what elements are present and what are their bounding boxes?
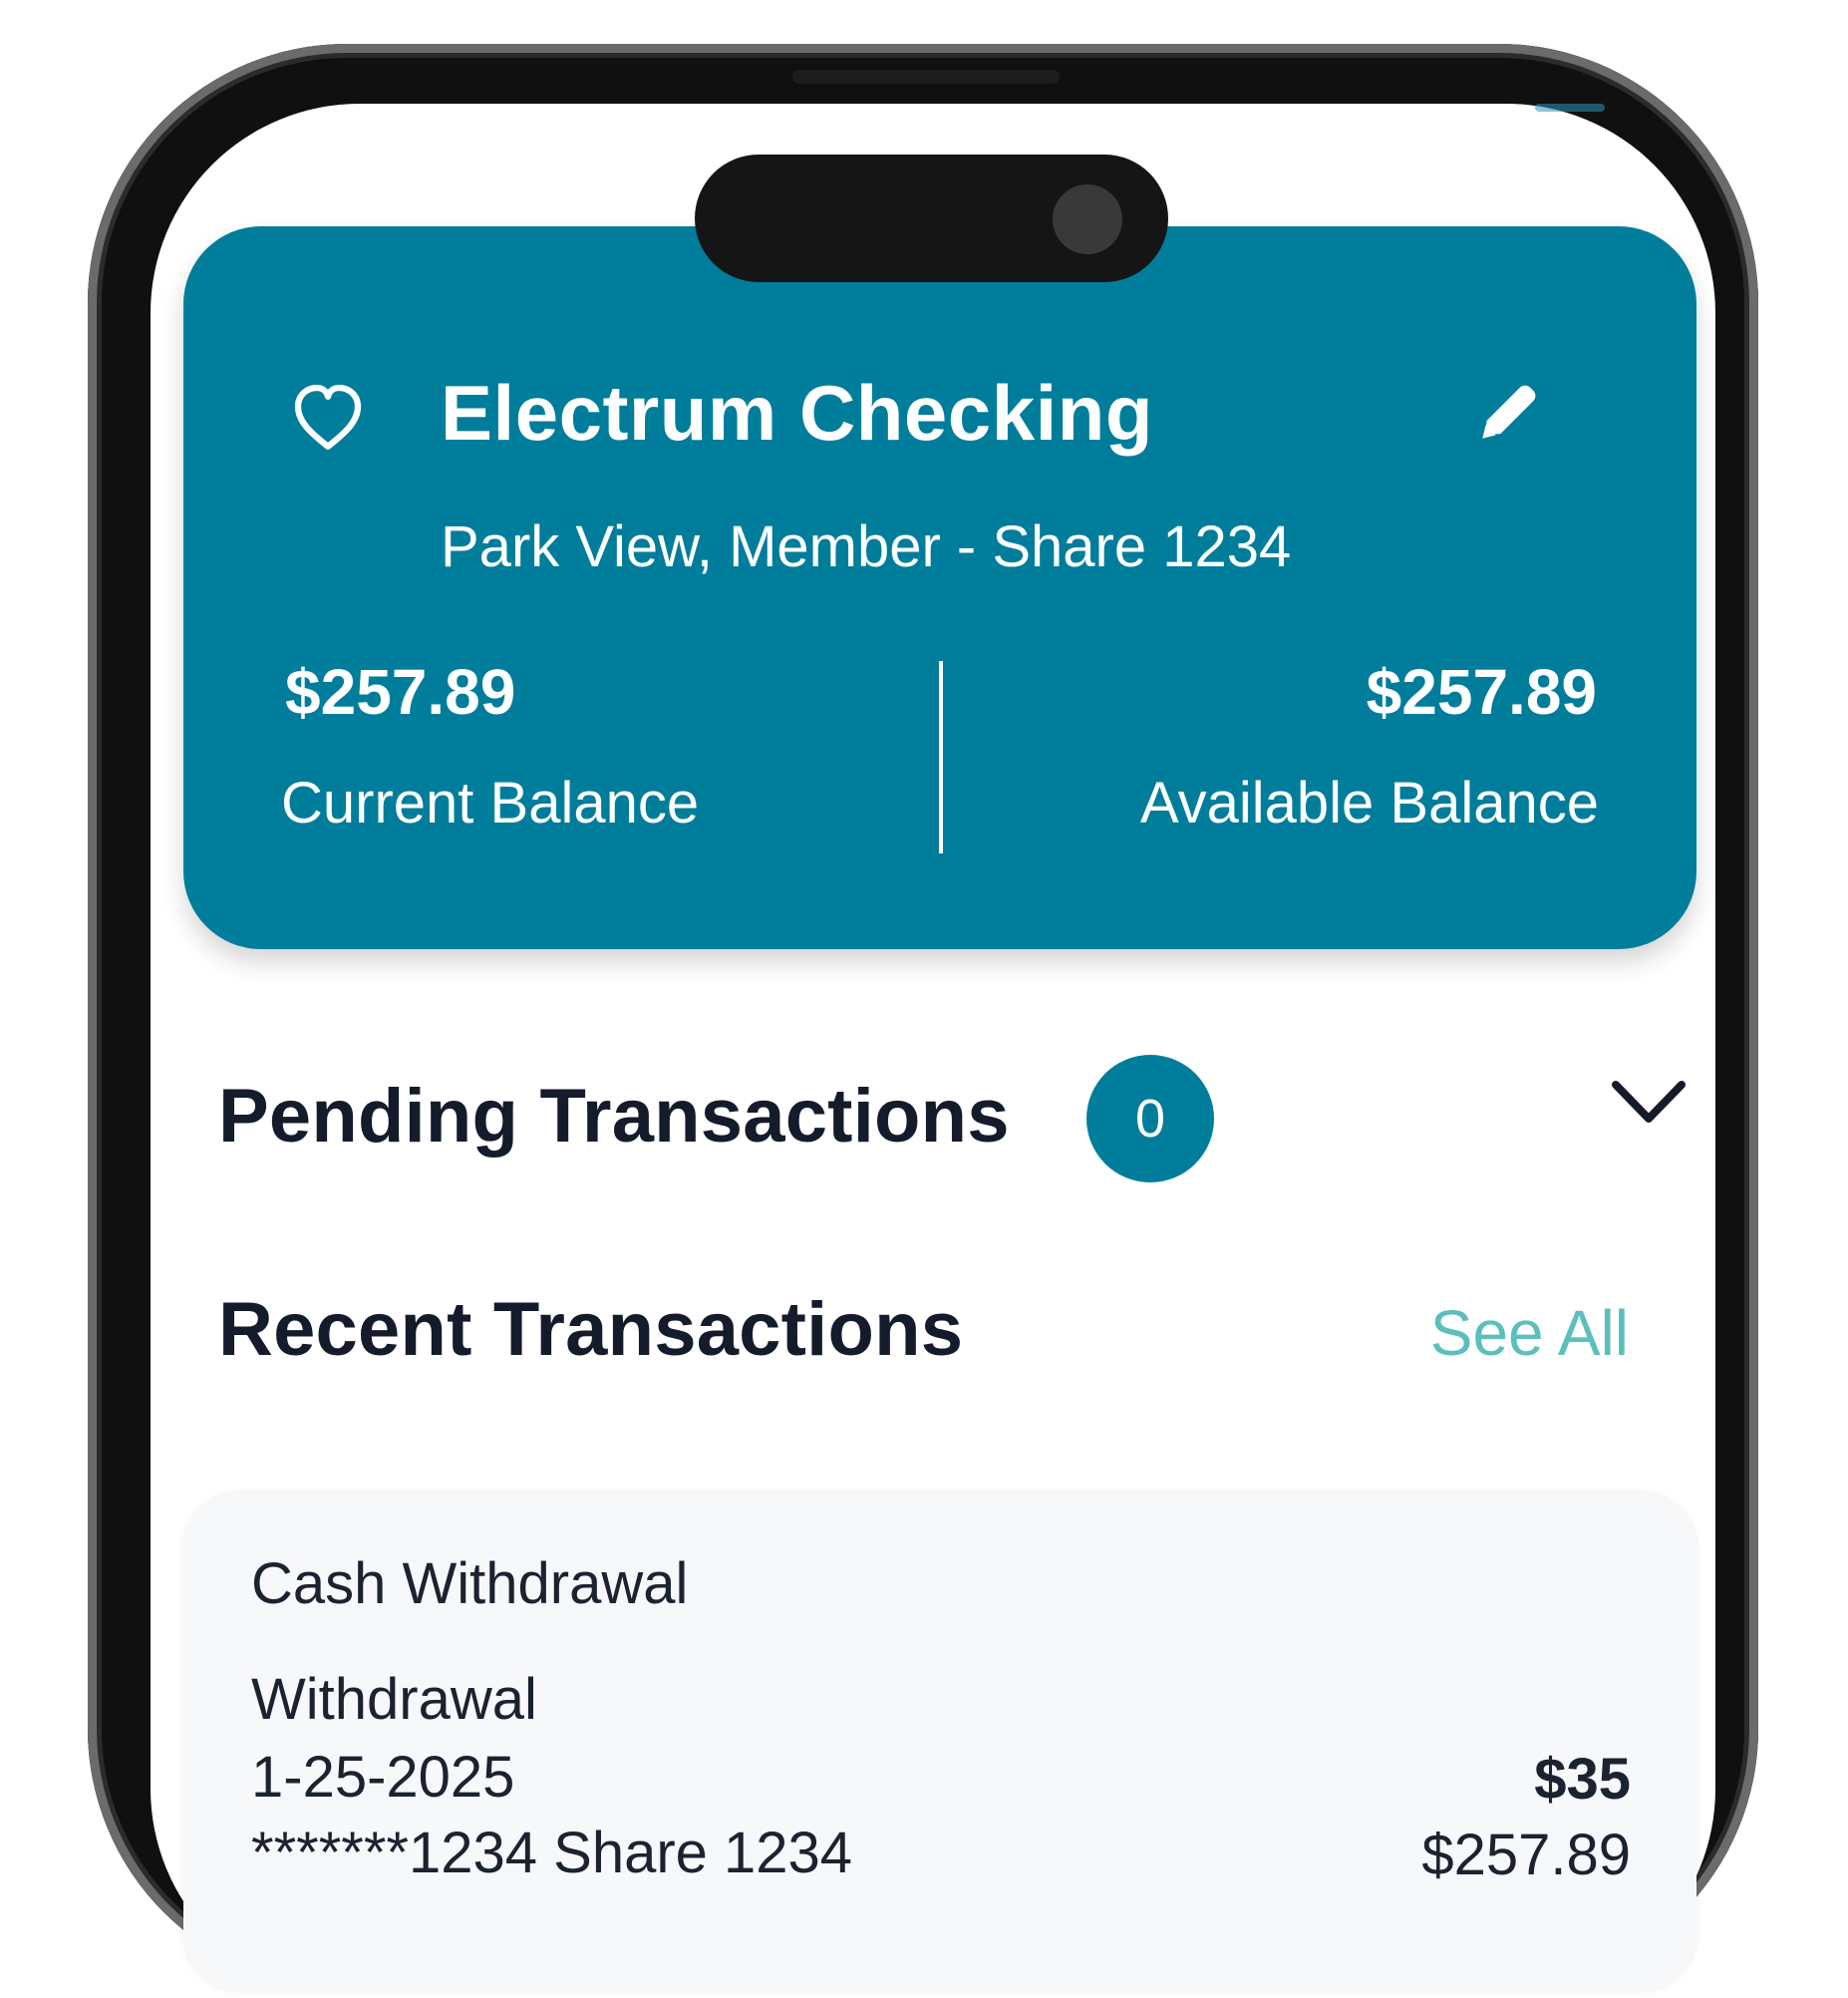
transaction-title: Cash Withdrawal: [251, 1551, 689, 1616]
account-summary-card: Electrum Checking Park View, Member - Sh…: [183, 226, 1696, 949]
current-balance-label: Current Balance: [281, 771, 700, 835]
phone-speaker: [792, 70, 1060, 84]
pending-count-badge: 0: [1086, 1055, 1214, 1182]
transaction-account: *******1234 Share 1234: [251, 1821, 853, 1885]
transaction-card[interactable]: Cash Withdrawal Withdrawal 1-25-2025 ***…: [183, 1493, 1696, 1991]
pending-transactions-title: Pending Transactions: [218, 1074, 1010, 1159]
chevron-down-icon[interactable]: [1608, 1073, 1690, 1133]
transaction-type: Withdrawal: [251, 1667, 537, 1732]
screen-edge-highlight: [1535, 104, 1605, 112]
available-balance-value: $257.89: [1366, 656, 1597, 728]
account-title: Electrum Checking: [441, 369, 1154, 457]
balance-divider: [939, 661, 943, 853]
available-balance-label: Available Balance: [1139, 771, 1599, 835]
account-subtitle: Park View, Member - Share 1234: [441, 514, 1292, 579]
transaction-amount: $35: [1534, 1747, 1631, 1812]
dynamic-island: [695, 155, 1168, 282]
pencil-icon[interactable]: [1471, 378, 1543, 450]
recent-transactions-title: Recent Transactions: [218, 1287, 964, 1372]
heart-outline-icon[interactable]: [288, 378, 368, 458]
transaction-date: 1-25-2025: [251, 1745, 515, 1810]
see-all-link[interactable]: See All: [1430, 1296, 1629, 1370]
transaction-running-balance: $257.89: [1421, 1823, 1631, 1887]
current-balance-value: $257.89: [285, 656, 516, 728]
front-camera: [1053, 184, 1122, 254]
